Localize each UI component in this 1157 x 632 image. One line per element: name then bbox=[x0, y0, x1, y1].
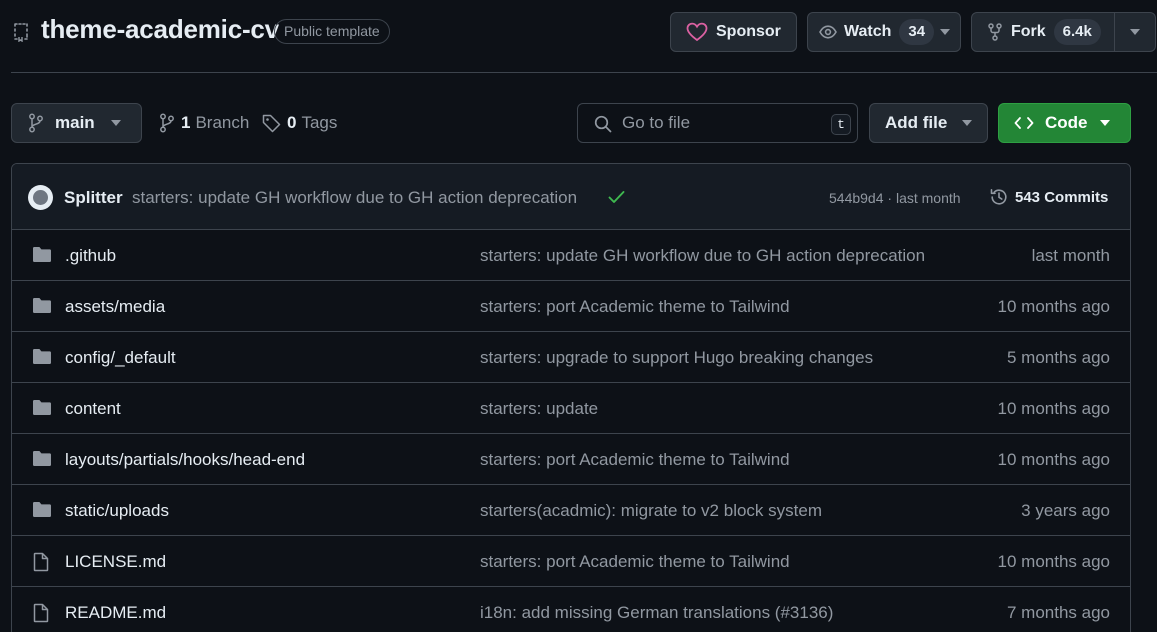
branch-name: main bbox=[55, 113, 95, 132]
file-commit-link[interactable]: i18n: add missing German translations (#… bbox=[480, 603, 833, 623]
header-divider bbox=[11, 72, 1157, 73]
file-directory-icon bbox=[32, 450, 52, 467]
repo-forked-icon bbox=[988, 23, 1002, 41]
file-directory-icon bbox=[32, 297, 52, 314]
file-commit-link[interactable]: starters: update GH workflow due to GH a… bbox=[480, 246, 925, 266]
table-row[interactable]: content starters: update 10 months ago bbox=[12, 383, 1130, 434]
table-row[interactable]: config/_default starters: upgrade to sup… bbox=[12, 332, 1130, 383]
file-age: 3 years ago bbox=[1021, 501, 1110, 520]
file-icon bbox=[32, 552, 50, 572]
file-directory-icon bbox=[32, 348, 52, 365]
table-row[interactable]: README.md i18n: add missing German trans… bbox=[12, 587, 1130, 632]
file-commit-link[interactable]: starters: port Academic theme to Tailwin… bbox=[480, 297, 790, 317]
file-table: Splitter starters: update GH workflow du… bbox=[11, 163, 1131, 632]
commit-author-link[interactable]: Splitter bbox=[64, 188, 123, 208]
file-commit-link[interactable]: starters: update bbox=[480, 399, 598, 419]
tag-count: 0 bbox=[287, 113, 297, 132]
branch-selector[interactable]: main bbox=[11, 103, 142, 143]
keyboard-shortcut-hint: t bbox=[831, 114, 851, 135]
fork-label: Fork bbox=[1011, 23, 1046, 40]
file-commit-link[interactable]: starters: port Academic theme to Tailwin… bbox=[480, 450, 790, 470]
repo-header: theme-academic-cv Public template Sponso… bbox=[0, 0, 1157, 72]
table-row[interactable]: .github starters: update GH workflow due… bbox=[12, 230, 1130, 281]
file-name-link[interactable]: content bbox=[65, 399, 121, 419]
watch-label: Watch bbox=[844, 23, 892, 40]
chevron-down-icon bbox=[111, 120, 121, 126]
branch-label: Branch bbox=[195, 113, 250, 132]
table-row[interactable]: static/uploads starters(acadmic): migrat… bbox=[12, 485, 1130, 536]
file-directory-icon bbox=[32, 501, 52, 518]
commit-message-link[interactable]: starters: update GH workflow due to GH a… bbox=[132, 188, 577, 208]
commits-label: Commits bbox=[1044, 188, 1109, 206]
commits-count: 543 bbox=[1015, 188, 1041, 206]
git-branch-icon bbox=[28, 113, 44, 133]
commit-sha[interactable]: 544b9d4 · last month bbox=[829, 190, 961, 206]
fork-button[interactable]: Fork 6.4k bbox=[971, 12, 1156, 52]
sponsor-button[interactable]: Sponsor bbox=[670, 12, 797, 52]
latest-commit-bar: Splitter starters: update GH workflow du… bbox=[12, 164, 1130, 230]
chevron-down-icon bbox=[940, 29, 950, 35]
sponsor-label: Sponsor bbox=[716, 23, 781, 40]
repo-template-icon bbox=[12, 22, 30, 42]
chevron-down-icon bbox=[962, 120, 972, 126]
file-age: 10 months ago bbox=[997, 297, 1110, 316]
file-age: 10 months ago bbox=[997, 399, 1110, 418]
file-name-link[interactable]: README.md bbox=[65, 603, 166, 623]
file-name-link[interactable]: assets/media bbox=[65, 297, 165, 317]
fork-count: 6.4k bbox=[1053, 19, 1101, 45]
add-file-label: Add file bbox=[885, 113, 948, 132]
add-file-button[interactable]: Add file bbox=[869, 103, 988, 143]
file-commit-link[interactable]: starters: upgrade to support Hugo breaki… bbox=[480, 348, 873, 368]
repo-name-link[interactable]: theme-academic-cv bbox=[41, 14, 279, 45]
table-row[interactable]: LICENSE.md starters: port Academic theme… bbox=[12, 536, 1130, 587]
tags-link[interactable]: 0 Tags bbox=[262, 113, 337, 133]
file-name-link[interactable]: static/uploads bbox=[65, 501, 169, 521]
table-row[interactable]: layouts/partials/hooks/head-end starters… bbox=[12, 434, 1130, 485]
visibility-badge: Public template bbox=[274, 19, 390, 44]
file-age: 5 months ago bbox=[1006, 348, 1110, 367]
chevron-down-icon bbox=[1100, 120, 1110, 126]
commit-time: last month bbox=[895, 190, 961, 206]
file-age: 10 months ago bbox=[997, 552, 1110, 571]
eye-icon bbox=[819, 25, 837, 39]
code-icon bbox=[1014, 116, 1034, 130]
commit-separator: · bbox=[887, 190, 893, 206]
commit-sha-value: 544b9d4 bbox=[829, 190, 884, 206]
history-icon bbox=[989, 187, 1009, 207]
file-age: 7 months ago bbox=[1006, 603, 1110, 622]
go-to-file-input[interactable] bbox=[622, 112, 822, 134]
file-name-link[interactable]: .github bbox=[65, 246, 116, 266]
watch-button[interactable]: Watch 34 bbox=[807, 12, 961, 52]
commits-history-link[interactable]: 543 Commits bbox=[989, 187, 1108, 207]
file-commit-link[interactable]: starters(acadmic): migrate to v2 block s… bbox=[480, 501, 822, 521]
tag-label: Tags bbox=[301, 113, 338, 132]
git-branch-icon bbox=[159, 113, 175, 133]
code-label: Code bbox=[1045, 113, 1088, 132]
file-name-link[interactable]: config/_default bbox=[65, 348, 176, 368]
file-age: 10 months ago bbox=[997, 450, 1110, 469]
file-commit-link[interactable]: starters: port Academic theme to Tailwin… bbox=[480, 552, 790, 572]
fork-dropdown-chevron-icon[interactable] bbox=[1130, 29, 1140, 35]
go-to-file-field[interactable]: t bbox=[577, 103, 858, 143]
file-icon bbox=[32, 603, 50, 623]
branches-link[interactable]: 1 Branch bbox=[159, 113, 249, 133]
fork-divider bbox=[1114, 13, 1115, 51]
table-row[interactable]: assets/media starters: port Academic the… bbox=[12, 281, 1130, 332]
branch-count: 1 bbox=[181, 113, 191, 132]
file-age: last month bbox=[1031, 246, 1110, 265]
search-icon bbox=[594, 115, 612, 133]
heart-icon bbox=[686, 22, 708, 42]
check-icon[interactable] bbox=[608, 190, 625, 204]
file-name-link[interactable]: layouts/partials/hooks/head-end bbox=[65, 450, 305, 470]
watch-count: 34 bbox=[899, 19, 935, 45]
file-name-link[interactable]: LICENSE.md bbox=[65, 552, 166, 572]
code-button[interactable]: Code bbox=[998, 103, 1131, 143]
avatar[interactable] bbox=[28, 185, 53, 210]
tag-icon bbox=[262, 114, 281, 133]
file-directory-icon bbox=[32, 399, 52, 416]
file-directory-icon bbox=[32, 246, 52, 263]
